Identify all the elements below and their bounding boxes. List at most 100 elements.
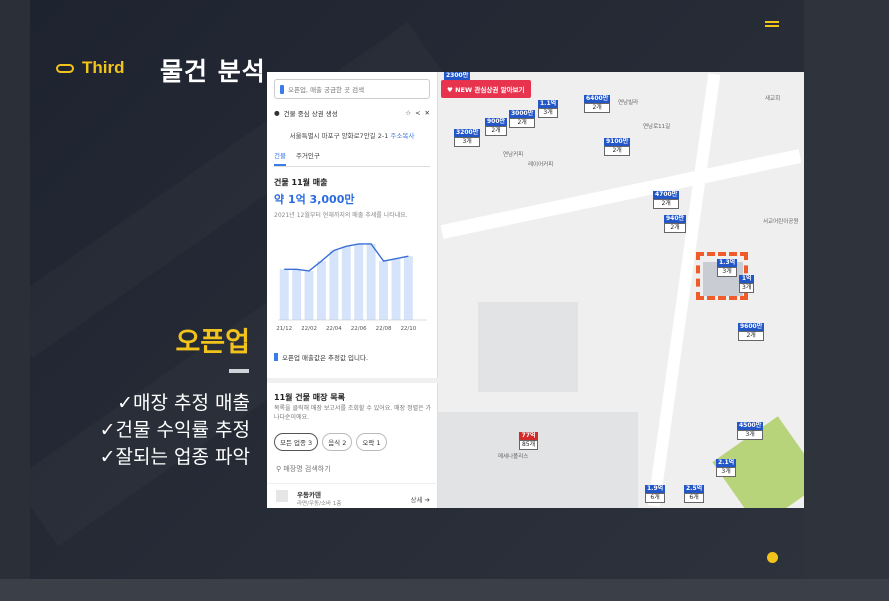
marker-price: 3000만 bbox=[509, 110, 536, 118]
marker-count: 2개 bbox=[653, 199, 680, 209]
star-icon[interactable]: ☆ bbox=[405, 109, 411, 117]
address-text: 서울특별시 마포구 양화로7안길 2-1 bbox=[289, 132, 389, 140]
marker-count: 2개 bbox=[509, 118, 536, 128]
sales-title: 건물 11월 매출 bbox=[274, 178, 328, 187]
marker-price: 1억 bbox=[739, 275, 755, 283]
marker-price: 6400만 bbox=[584, 95, 611, 103]
side-panel: 오픈업, 매출 궁금한 곳 검색 ● 건물 중심 상권 생성 ☆ < ✕ 서울특… bbox=[267, 72, 438, 508]
price-marker[interactable]: 900만 2개 bbox=[485, 118, 508, 136]
marker-count: 2개 bbox=[584, 103, 611, 113]
marker-count: 3개 bbox=[739, 283, 755, 293]
feature-item: ✓매장 추정 매출 bbox=[117, 392, 250, 414]
menu-icon bbox=[765, 21, 779, 29]
price-marker[interactable]: 3200만 3개 bbox=[454, 129, 481, 147]
chip-all[interactable]: 모든 업종 3 bbox=[274, 433, 319, 451]
marker-count: 2개 bbox=[738, 331, 765, 341]
panel-toolbar: ● 건물 중심 상권 생성 ☆ < ✕ bbox=[274, 108, 430, 118]
marker-count: 3개 bbox=[716, 467, 737, 477]
x-tick-label: 22/08 bbox=[376, 326, 392, 332]
marker-price: 4700만 bbox=[653, 191, 680, 199]
sales-value: 약 1억 3,000만 bbox=[274, 193, 355, 206]
marker-count: 2개 bbox=[485, 126, 508, 136]
marker-count: 2개 bbox=[664, 223, 687, 233]
x-tick-label: 22/04 bbox=[326, 326, 342, 332]
store-search-input[interactable]: ⚲ 매장명 검색하기 bbox=[276, 464, 331, 474]
marker-count: 2개 bbox=[604, 146, 631, 156]
marker-price: 9100만 bbox=[604, 138, 631, 146]
store-thumbnail bbox=[276, 490, 288, 502]
price-marker[interactable]: 4700만 2개 bbox=[653, 191, 680, 209]
map-view[interactable]: ♥ NEW 관심상권 알아보기 2300만 1.1억 3개 6400만 2개 3000만 2… bbox=[438, 72, 804, 508]
new-interest-button[interactable]: ♥ NEW 관심상권 알아보기 bbox=[441, 80, 531, 98]
chart-note: 오픈업 매출값은 추정값 입니다. bbox=[274, 352, 368, 362]
marker-count: 6개 bbox=[684, 493, 705, 503]
close-icon[interactable]: ✕ bbox=[425, 109, 430, 117]
price-marker[interactable]: 6400만 2개 bbox=[584, 95, 611, 113]
price-marker[interactable]: 2.5억 6개 bbox=[684, 485, 705, 503]
map-label: 연남커피 bbox=[503, 152, 524, 158]
price-marker[interactable]: 940만 2개 bbox=[664, 215, 687, 233]
marker-price: 4500만 bbox=[737, 422, 764, 430]
store-row[interactable]: 우동카덴 라면/우동/소바 1층 상세 ➔ bbox=[267, 483, 438, 508]
chip-entertainment[interactable]: 오락 1 bbox=[356, 433, 387, 451]
accent-dot bbox=[767, 552, 778, 563]
search-input[interactable]: 오픈업, 매출 궁금한 곳 검색 bbox=[274, 79, 430, 99]
panel-tabs: 건물 주거인구 bbox=[274, 150, 430, 167]
chart-bar bbox=[366, 243, 376, 320]
tab-population[interactable]: 주거인구 bbox=[296, 150, 320, 166]
building-block bbox=[478, 302, 578, 392]
price-marker[interactable]: 2300만 bbox=[444, 72, 471, 80]
chart-bar bbox=[354, 243, 364, 320]
new-interest-label: NEW 관심상권 알아보기 bbox=[455, 86, 525, 94]
marker-price: 2300만 bbox=[444, 72, 471, 80]
price-marker[interactable]: 9600만 2개 bbox=[738, 323, 765, 341]
price-marker[interactable]: 77억 85개 bbox=[519, 432, 539, 450]
price-marker[interactable]: 1억 3개 bbox=[739, 275, 755, 293]
marker-price: 9600만 bbox=[738, 323, 765, 331]
map-label: 연남빌라 bbox=[618, 100, 639, 106]
store-search-placeholder: 매장명 검색하기 bbox=[283, 465, 331, 473]
price-marker[interactable]: 2.1억 3개 bbox=[716, 459, 737, 477]
section-label-text: Third bbox=[82, 58, 125, 77]
x-tick-label: 21/12 bbox=[276, 326, 292, 332]
chart-bar bbox=[391, 258, 401, 320]
chart-bar bbox=[329, 250, 339, 320]
copy-address-link[interactable]: 주소복사 bbox=[390, 132, 414, 140]
marker-count: 3개 bbox=[454, 137, 481, 147]
map-label: 새교회 bbox=[765, 96, 781, 102]
app-screenshot: 오픈업, 매출 궁금한 곳 검색 ● 건물 중심 상권 생성 ☆ < ✕ 서울특… bbox=[267, 72, 804, 508]
marker-count: 3개 bbox=[737, 430, 764, 440]
store-list-title: 11월 건물 매장 목록 bbox=[274, 393, 346, 402]
chart-bar bbox=[292, 269, 302, 320]
chip-food[interactable]: 음식 2 bbox=[322, 433, 353, 451]
chart-bar bbox=[379, 261, 389, 320]
category-chips: 모든 업종 3 음식 2 오락 1 bbox=[274, 433, 387, 451]
building-label: 건물 중심 상권 생성 bbox=[283, 110, 338, 118]
feature-item: ✓건물 수익률 추정 bbox=[99, 419, 250, 441]
share-icon[interactable]: < bbox=[415, 109, 420, 117]
marker-price: 1.9억 bbox=[645, 485, 666, 493]
price-marker[interactable]: 9100만 2개 bbox=[604, 138, 631, 156]
chart-note-text: 오픈업 매출값은 추정값 입니다. bbox=[282, 354, 369, 362]
x-tick-label: 22/10 bbox=[400, 326, 416, 332]
logo-icon bbox=[274, 353, 278, 361]
price-marker[interactable]: 1.3억 3개 bbox=[717, 259, 738, 277]
store-list-desc: 목록을 클릭해 매장 보고서를 조회할 수 있어요. 매장 정렬은 가나다순이에… bbox=[274, 405, 432, 421]
price-marker[interactable]: 4500만 3개 bbox=[737, 422, 764, 440]
marker-price: 940만 bbox=[664, 215, 687, 223]
price-marker[interactable]: 3000만 2개 bbox=[509, 110, 536, 128]
price-marker[interactable]: 1.1억 3개 bbox=[538, 100, 559, 118]
price-marker[interactable]: 1.9억 6개 bbox=[645, 485, 666, 503]
section-label: Third bbox=[56, 58, 125, 78]
sales-desc: 2021년 12월부터 현재까지의 매출 추세를 나타내요. bbox=[274, 212, 408, 219]
store-detail-button[interactable]: 상세 ➔ bbox=[411, 494, 430, 504]
marker-price: 1.1억 bbox=[538, 100, 559, 108]
x-tick-label: 22/06 bbox=[351, 326, 367, 332]
marker-price: 77억 bbox=[519, 432, 539, 440]
chart-bar bbox=[304, 270, 314, 320]
marker-count: 6개 bbox=[645, 493, 666, 503]
right-margin bbox=[804, 0, 889, 579]
marker-price: 2.5억 bbox=[684, 485, 705, 493]
tab-building[interactable]: 건물 bbox=[274, 150, 286, 166]
sales-chart: 21/12 22/02 22/04 22/06 22/08 22/10 bbox=[276, 243, 427, 332]
